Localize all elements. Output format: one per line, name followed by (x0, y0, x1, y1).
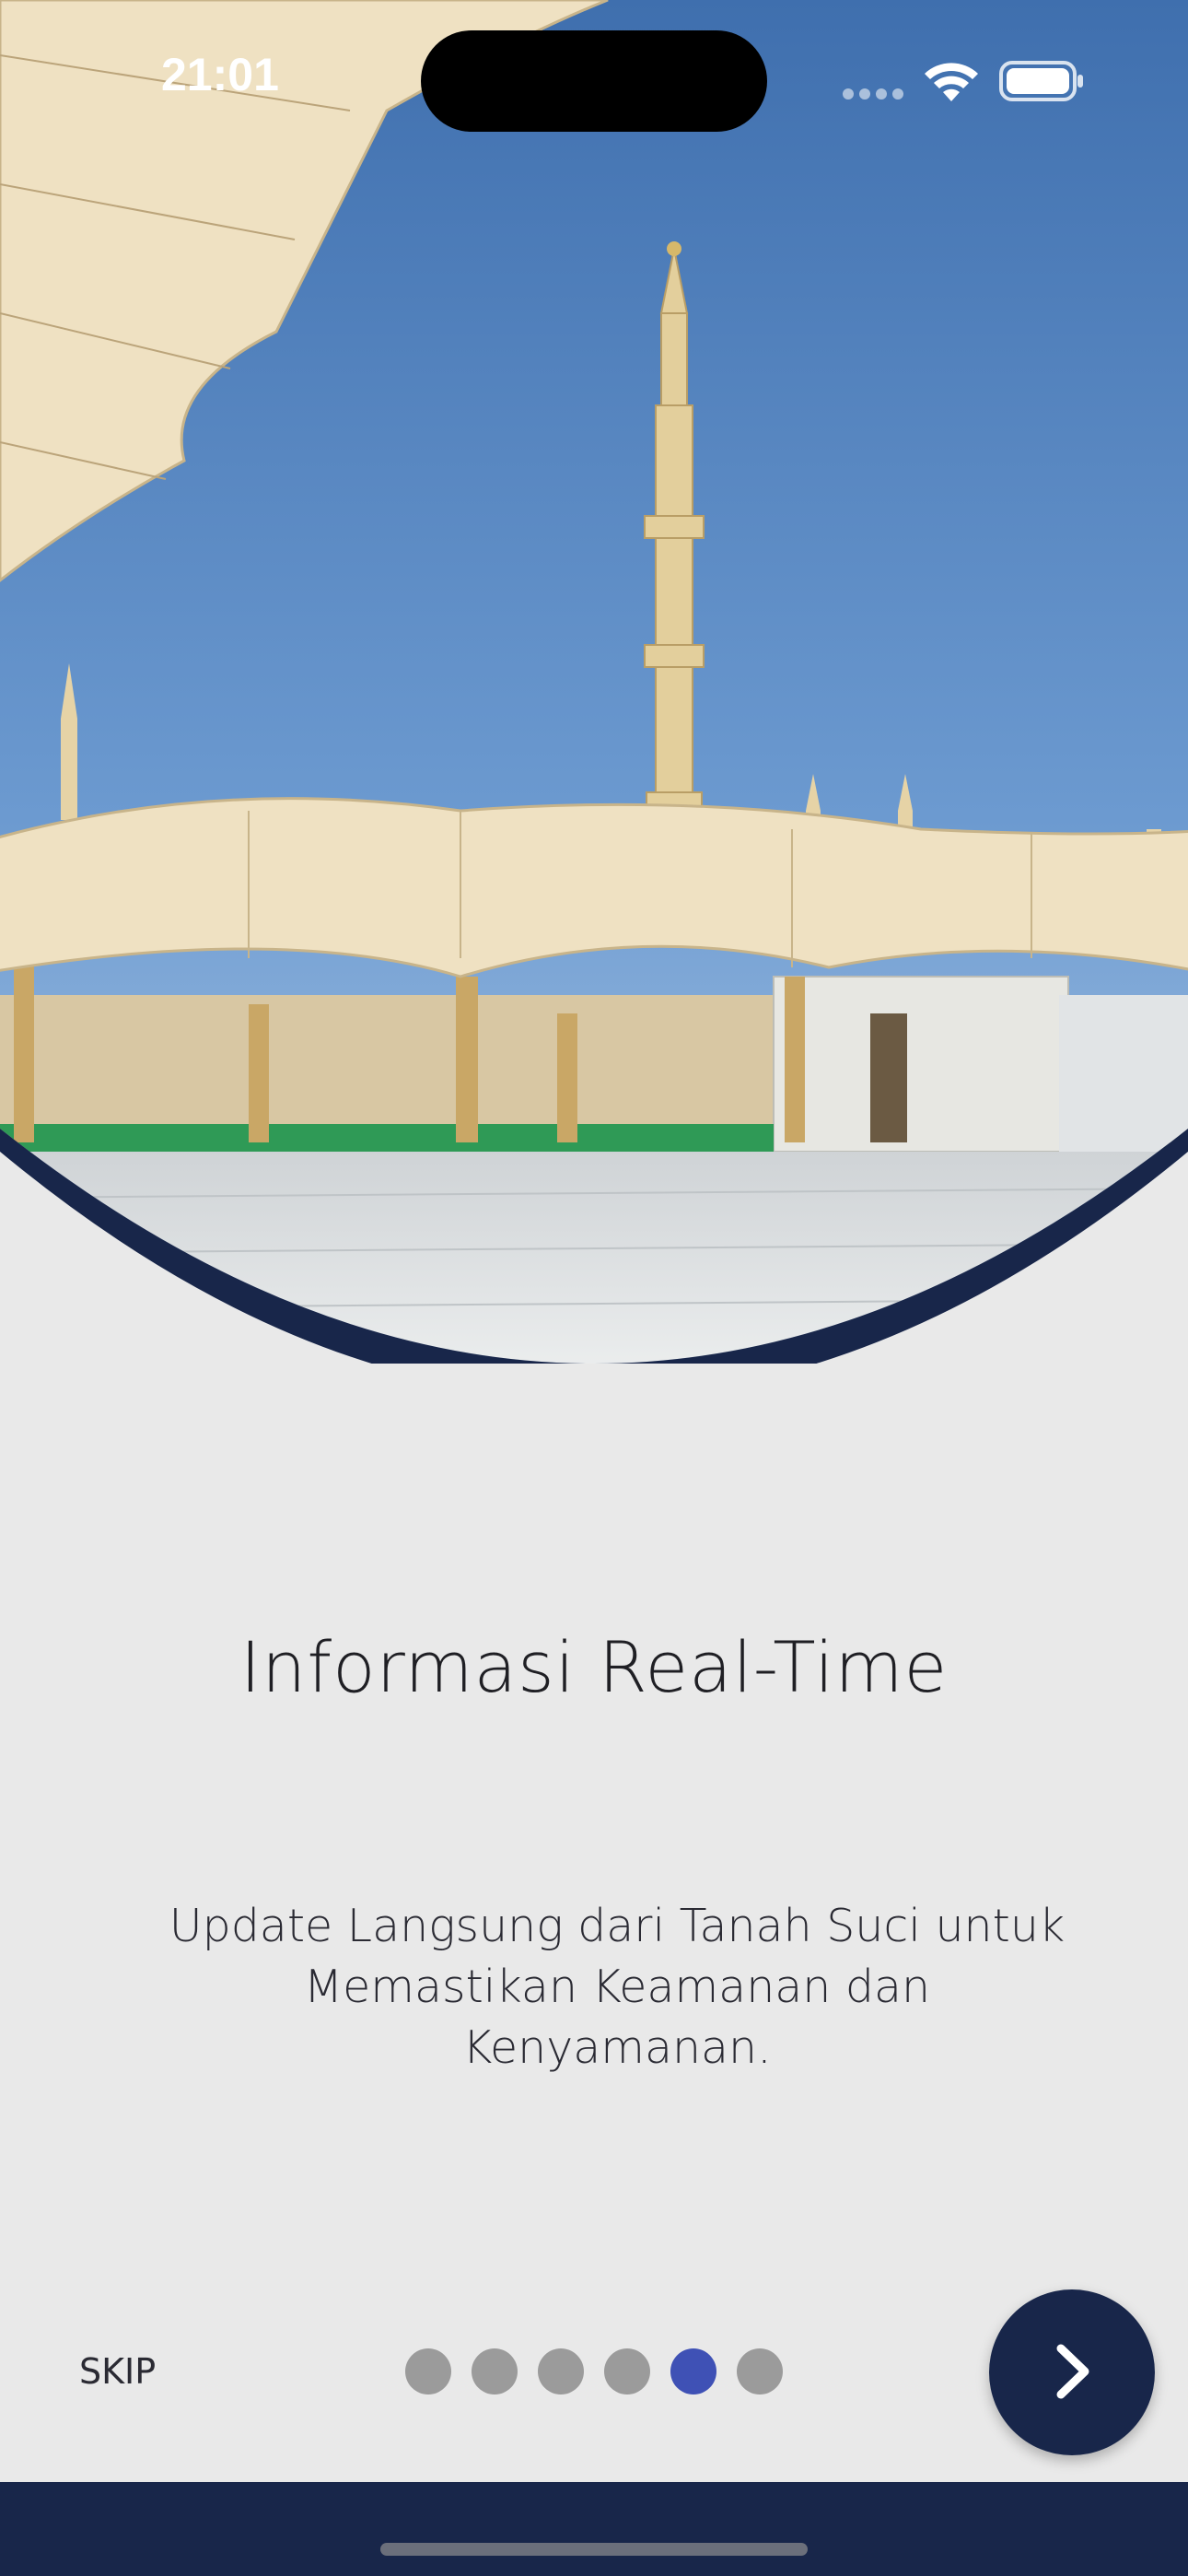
description-line-2: Memastikan Keamanan dan Kenyamanan. (303, 1961, 931, 2074)
battery-icon (999, 61, 1084, 105)
page-title: Informasi Real-Time (239, 1626, 949, 1708)
page-dot-3[interactable] (538, 2348, 584, 2395)
cellular-signal-icon (843, 86, 909, 103)
page-dot-5-active[interactable] (670, 2348, 716, 2395)
page-indicator (405, 2348, 783, 2395)
bottom-bar (0, 2482, 1188, 2576)
status-time: 21:01 (161, 49, 279, 100)
skip-button[interactable]: SKIP (79, 2351, 156, 2392)
page-dot-2[interactable] (472, 2348, 518, 2395)
hero-image (0, 0, 1188, 1364)
page-dot-6[interactable] (737, 2348, 783, 2395)
next-button[interactable] (989, 2289, 1155, 2455)
onboarding-description: Update Langsung dari Tanah Suci untuk Me… (157, 1896, 1077, 2078)
home-indicator[interactable] (380, 2543, 808, 2556)
dynamic-island (421, 30, 767, 132)
chevron-right-icon (1044, 2339, 1100, 2406)
page-dot-4[interactable] (604, 2348, 650, 2395)
description-line-1: Update Langsung dari Tanah Suci untuk (169, 1900, 1066, 1952)
page-dot-1[interactable] (405, 2348, 451, 2395)
wifi-icon (921, 57, 982, 107)
